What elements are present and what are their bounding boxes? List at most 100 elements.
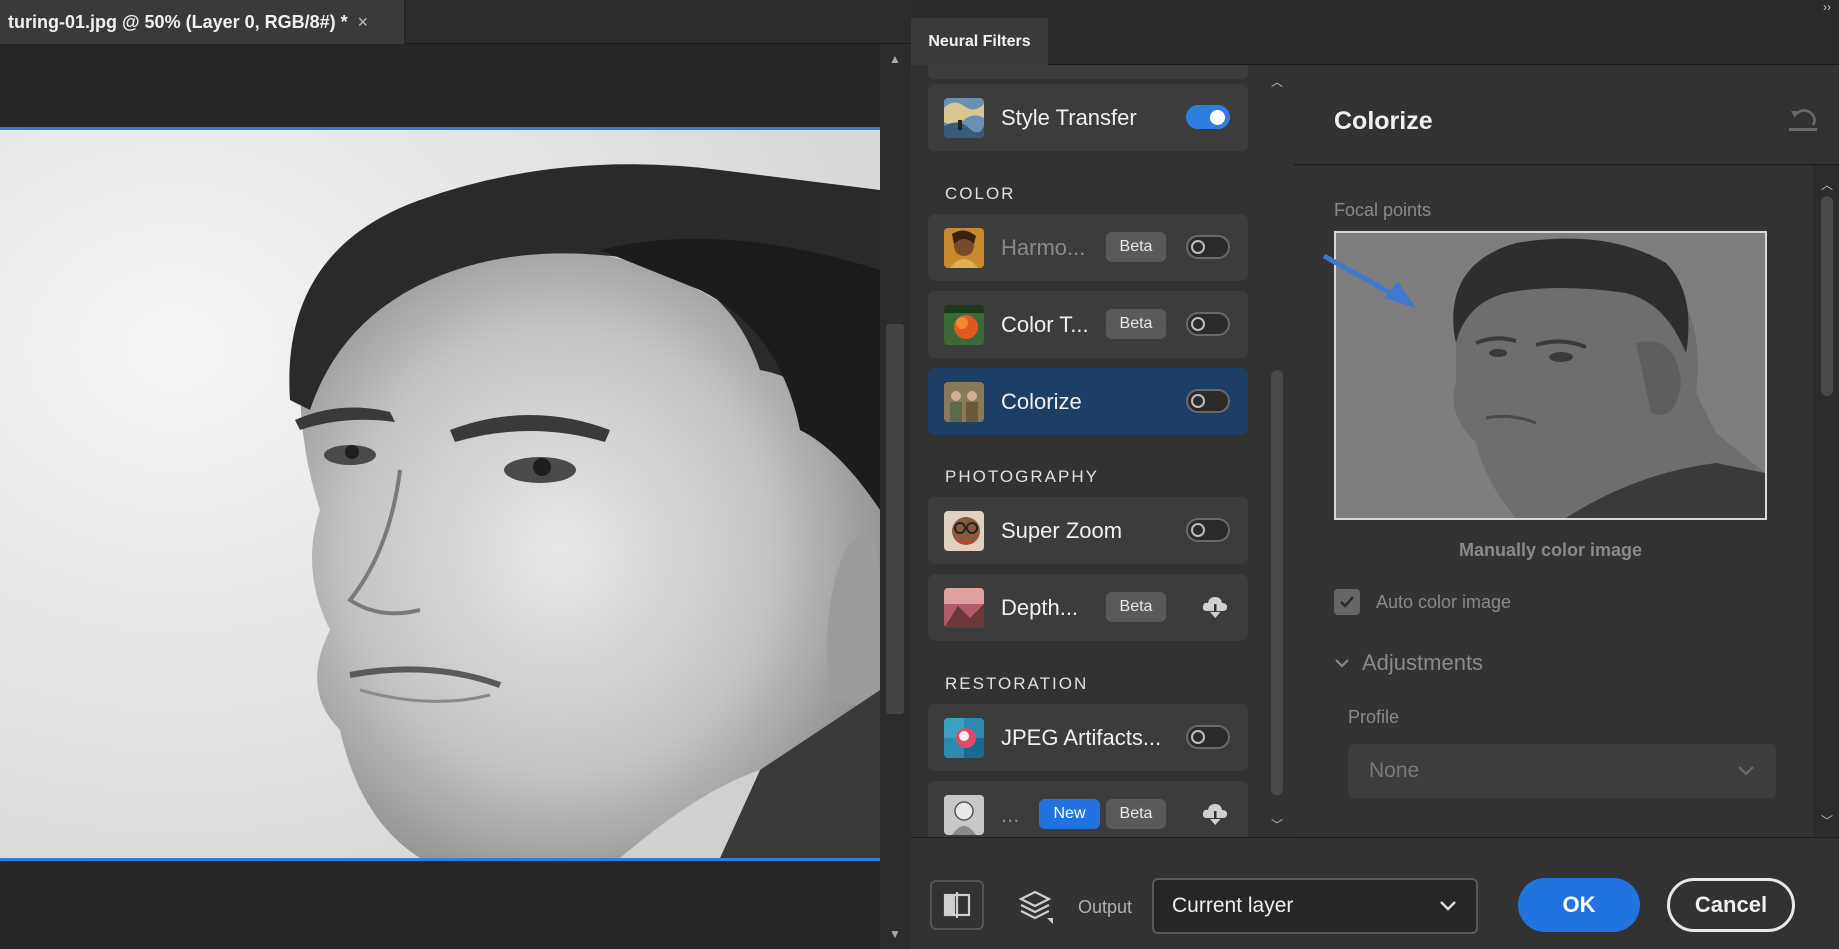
toggle-knob: [1191, 523, 1205, 537]
panel-tab-row: Neural Filters: [911, 18, 1839, 65]
harmonization-toggle[interactable]: [1186, 235, 1230, 259]
filter-row-depth-blur[interactable]: Depth... Beta: [928, 574, 1248, 641]
profile-label: Profile: [1348, 707, 1400, 727]
canvas-image[interactable]: [0, 127, 880, 861]
chevron-down-icon: [1335, 659, 1349, 668]
filter-row-harmonization[interactable]: Harmo... Beta: [928, 214, 1248, 281]
cloud-download-icon[interactable]: [1200, 592, 1230, 622]
filter-row-partial[interactable]: [928, 65, 1248, 79]
adjustments-section-toggle[interactable]: Adjustments: [1334, 650, 1483, 676]
neural-filters-panel: ›› Neural Filters Style Transfer COLOR H…: [911, 0, 1839, 949]
toggle-knob: [1191, 394, 1205, 408]
toggle-knob: [1191, 730, 1205, 744]
adjustments-label: Adjustments: [1362, 650, 1484, 675]
panel-header-strip: ››: [911, 0, 1839, 18]
focal-point-arrow-icon: [1322, 253, 1416, 308]
scroll-up-icon[interactable]: ︿: [1821, 176, 1833, 193]
style-transfer-thumbnail: [944, 97, 984, 138]
profile-dropdown[interactable]: None: [1348, 744, 1776, 798]
filter-label: Color T...: [1001, 311, 1089, 337]
settings-scrollbar[interactable]: ︿ ﹀: [1813, 166, 1839, 837]
scroll-down-icon[interactable]: ﹀: [1271, 816, 1283, 833]
jpeg-artifacts-toggle[interactable]: [1186, 725, 1230, 749]
photoshop-window: turing-01.jpg @ 50% (Layer 0, RGB/8#) * …: [0, 0, 1839, 949]
beta-badge: Beta: [1106, 799, 1166, 829]
filter-row-color-transfer[interactable]: Color T... Beta: [928, 291, 1248, 358]
filter-label: Depth...: [1001, 594, 1079, 620]
scroll-up-icon[interactable]: ▲: [889, 52, 901, 66]
filter-list-scrollbar[interactable]: ︿ ﹀: [1265, 65, 1289, 837]
filter-label: Style Transfer: [1001, 104, 1137, 130]
checkmark-icon: [1340, 596, 1354, 608]
filter-row-jpeg-artifacts[interactable]: JPEG Artifacts...: [928, 704, 1248, 771]
profile-value: None: [1369, 759, 1420, 782]
cancel-button[interactable]: Cancel: [1667, 878, 1795, 932]
super-zoom-thumbnail: [944, 510, 984, 551]
compare-view-button[interactable]: [930, 880, 984, 930]
ok-button[interactable]: OK: [1518, 878, 1640, 932]
toggle-knob: [1191, 240, 1205, 254]
depth-blur-thumbnail: [944, 587, 984, 628]
style-transfer-toggle[interactable]: [1186, 105, 1230, 129]
auto-color-checkbox[interactable]: [1334, 589, 1360, 615]
filter-label: Harmo...: [1001, 234, 1086, 260]
beta-badge: Beta: [1106, 592, 1166, 622]
chevron-down-icon: [1738, 766, 1754, 776]
color-transfer-toggle[interactable]: [1186, 312, 1230, 336]
section-heading-color: COLOR: [945, 184, 1016, 203]
settings-title: Colorize: [1334, 107, 1433, 135]
output-label: Output: [1078, 897, 1133, 917]
manually-color-label: Manually color image: [1458, 540, 1643, 560]
canvas-area[interactable]: [0, 44, 880, 949]
scroll-down-icon[interactable]: ﹀: [1821, 812, 1833, 829]
filter-label: ...: [1001, 801, 1020, 827]
beta-badge: Beta: [1106, 232, 1166, 262]
filter-row-photo-restoration[interactable]: ... New Beta: [928, 781, 1248, 837]
auto-color-option[interactable]: Auto color image: [1334, 589, 1511, 615]
toggle-knob: [1210, 110, 1225, 125]
photo-restoration-thumbnail: [944, 794, 984, 835]
new-badge: New: [1039, 799, 1100, 829]
reset-icon[interactable]: [1787, 105, 1819, 133]
color-transfer-thumbnail: [944, 304, 984, 345]
scroll-up-icon[interactable]: ︿: [1271, 73, 1283, 90]
cloud-download-icon[interactable]: [1200, 799, 1230, 829]
beta-badge: Beta: [1106, 309, 1166, 339]
harmonization-thumbnail: [944, 227, 984, 268]
super-zoom-toggle[interactable]: [1186, 518, 1230, 542]
document-tab-bar: turing-01.jpg @ 50% (Layer 0, RGB/8#) * …: [0, 0, 911, 44]
document-tab[interactable]: turing-01.jpg @ 50% (Layer 0, RGB/8#) * …: [0, 0, 405, 44]
filter-row-super-zoom[interactable]: Super Zoom: [928, 497, 1248, 564]
panel-footer: Output Current layer OK Cancel: [911, 837, 1839, 949]
output-dropdown[interactable]: Current layer: [1152, 878, 1478, 934]
focal-points-label: Focal points: [1334, 200, 1432, 220]
section-heading-restoration: RESTORATION: [945, 674, 1089, 693]
filter-label: Colorize: [1001, 388, 1082, 414]
scrollbar-thumb[interactable]: [1271, 370, 1283, 795]
scrollbar-thumb[interactable]: [1821, 196, 1833, 396]
filter-row-style-transfer[interactable]: Style Transfer: [928, 84, 1248, 151]
colorize-thumbnail: [944, 381, 984, 422]
tab-neural-filters[interactable]: Neural Filters: [911, 18, 1048, 65]
scroll-down-icon[interactable]: ▼: [889, 927, 901, 941]
filter-list: Style Transfer COLOR Harmo... Beta Color…: [911, 65, 1265, 837]
settings-header: Colorize: [1294, 65, 1839, 165]
portrait-image: [0, 130, 880, 858]
toggle-knob: [1191, 317, 1205, 331]
canvas-vertical-scrollbar[interactable]: ▲ ▼: [880, 44, 911, 949]
filter-settings-pane: Colorize Focal points Manually color ima…: [1294, 65, 1839, 837]
filter-label: JPEG Artifacts...: [1001, 724, 1162, 750]
jpeg-artifacts-thumbnail: [944, 717, 984, 758]
chevron-down-icon: [1440, 901, 1456, 911]
filter-row-colorize[interactable]: Colorize: [928, 368, 1248, 435]
collapse-panel-icon[interactable]: ››: [1823, 0, 1831, 14]
output-value: Current layer: [1172, 894, 1294, 917]
split-view-icon: [943, 892, 971, 918]
close-icon[interactable]: ×: [358, 12, 369, 33]
section-heading-photography: PHOTOGRAPHY: [945, 467, 1099, 486]
colorize-toggle[interactable]: [1186, 389, 1230, 413]
layers-icon[interactable]: [1017, 888, 1053, 924]
scrollbar-thumb[interactable]: [886, 324, 904, 714]
document-tab-title: turing-01.jpg @ 50% (Layer 0, RGB/8#) *: [8, 11, 348, 32]
auto-color-label: Auto color image: [1376, 591, 1512, 612]
